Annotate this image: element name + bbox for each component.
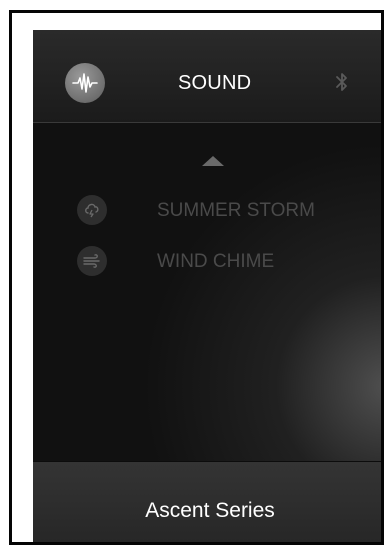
header-bar: SOUND: [33, 30, 381, 123]
list-item-label: SUMMER STORM: [157, 200, 315, 221]
list-item-wind-chime[interactable]: WIND CHIME: [33, 245, 381, 277]
up-arrow-icon[interactable]: [202, 156, 224, 166]
footer-bar: Ascent Series: [33, 462, 381, 542]
list-item-summer-storm[interactable]: SUMMER STORM: [33, 194, 381, 226]
sound-list: SUMMER STORM WIND CHIME: [33, 123, 381, 461]
page-title: SOUND: [178, 72, 252, 94]
footer-label: Ascent Series: [145, 499, 275, 522]
storm-cloud-icon: [77, 195, 107, 225]
sound-wave-icon[interactable]: [65, 63, 105, 103]
device-frame: SOUND SUMMER STORM WIND CHIME Ascent Ser…: [9, 10, 384, 545]
list-item-label: WIND CHIME: [157, 251, 275, 272]
app-screen: SOUND SUMMER STORM WIND CHIME Ascent Ser…: [33, 30, 381, 542]
bluetooth-icon[interactable]: [334, 70, 350, 94]
wind-icon: [77, 246, 107, 276]
